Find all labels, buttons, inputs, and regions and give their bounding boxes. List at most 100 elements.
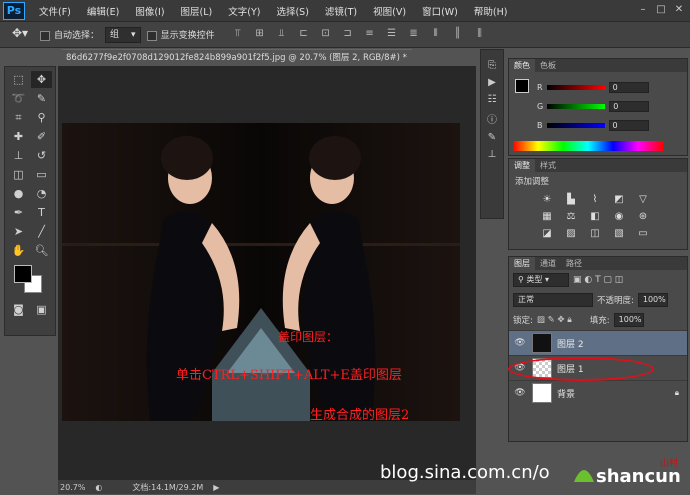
red-slider[interactable] (546, 84, 605, 90)
distribute-right-icon[interactable]: ⫼ (473, 28, 487, 42)
clone-stamp-tool-icon[interactable]: ⊥ (8, 147, 29, 164)
menu-window[interactable]: 窗口(W) (414, 4, 466, 18)
distribute-bottom-icon[interactable]: ≣ (407, 28, 421, 42)
color-swatches[interactable] (5, 263, 55, 297)
distribute-center-icon[interactable]: ║ (451, 28, 465, 42)
tab-paths[interactable]: 路径 (561, 257, 587, 270)
crop-tool-icon[interactable]: ⌗ (8, 109, 29, 126)
threshold-icon[interactable]: ◫ (587, 228, 603, 239)
hand-tool-icon[interactable]: ✋ (8, 242, 29, 259)
opacity-field[interactable]: 100% (637, 293, 668, 307)
distribute-top-icon[interactable]: ≡ (363, 28, 377, 42)
color-balance-icon[interactable]: ⚖ (563, 211, 579, 222)
levels-icon[interactable]: ▙ (563, 194, 579, 205)
menu-select[interactable]: 选择(S) (268, 4, 316, 18)
history-brush-tool-icon[interactable]: ↺ (31, 147, 52, 164)
line-tool-icon[interactable]: ╱ (31, 223, 52, 240)
tab-swatches[interactable]: 色板 (535, 59, 561, 72)
posterize-icon[interactable]: ▨ (563, 228, 579, 239)
auto-select-dropdown[interactable]: 组 ▾ (105, 26, 141, 43)
brush-tool-icon[interactable]: ✐ (31, 128, 52, 145)
minimize-icon[interactable]: – (636, 3, 650, 17)
blue-slider[interactable] (546, 122, 605, 128)
move-tool-preset-icon[interactable]: ✥▾ (6, 26, 34, 44)
quick-select-tool-icon[interactable]: ✎ (31, 90, 52, 107)
blend-mode-dropdown[interactable]: 正常 (513, 293, 593, 307)
quick-mask-icon[interactable]: ◙ (8, 301, 29, 318)
eraser-tool-icon[interactable]: ◫ (8, 166, 29, 183)
menu-type[interactable]: 文字(Y) (220, 4, 268, 18)
type-tool-icon[interactable]: T (31, 204, 52, 221)
invert-icon[interactable]: ◪ (539, 228, 555, 239)
status-menu-icon[interactable]: ◐ (95, 483, 102, 492)
menu-filter[interactable]: 滤镜(T) (317, 4, 365, 18)
menu-help[interactable]: 帮助(H) (466, 4, 516, 18)
gradient-tool-icon[interactable]: ▭ (31, 166, 52, 183)
path-select-tool-icon[interactable]: ➤ (8, 223, 29, 240)
distribute-left-icon[interactable]: ⦀ (429, 28, 443, 42)
tab-styles[interactable]: 样式 (535, 159, 561, 172)
move-tool-icon[interactable]: ✥ (31, 71, 52, 88)
tab-color[interactable]: 颜色 (509, 59, 535, 72)
selective-color-icon[interactable]: ▧ (611, 228, 627, 239)
filter-icons[interactable]: ▣ ◐ T ▢ ◫ (573, 275, 623, 285)
tab-channels[interactable]: 通道 (535, 257, 561, 270)
menu-file[interactable]: 文件(F) (31, 4, 79, 18)
foreground-color-swatch[interactable] (14, 265, 32, 283)
gradient-map-icon[interactable]: ▭ (635, 228, 651, 239)
lasso-tool-icon[interactable]: ➰ (8, 90, 29, 107)
visibility-eye-icon[interactable]: 👁︎ (513, 388, 527, 398)
align-center-icon[interactable]: ⊡ (319, 28, 333, 42)
exposure-icon[interactable]: ◩ (611, 194, 627, 205)
menu-view[interactable]: 视图(V) (365, 4, 414, 18)
zoom-tool-icon[interactable]: 🔍︎ (31, 242, 52, 259)
channel-mixer-icon[interactable]: ⊛ (635, 211, 651, 222)
menu-layer[interactable]: 图层(L) (173, 4, 221, 18)
align-middle-icon[interactable]: ⊞ (253, 28, 267, 42)
tab-adjustments[interactable]: 调整 (509, 159, 535, 172)
layer-row-background[interactable]: 👁︎ 背景 🔒︎ (509, 380, 687, 405)
properties-panel-icon[interactable]: ☷ (488, 94, 497, 105)
vibrance-icon[interactable]: ▽ (635, 194, 651, 205)
auto-select-checkbox[interactable] (40, 30, 50, 41)
green-slider[interactable] (547, 103, 606, 109)
auto-select-option[interactable]: 自动选择： (40, 28, 99, 41)
align-right-icon[interactable]: ⊐ (341, 28, 355, 42)
green-value[interactable]: 0 (609, 100, 650, 112)
distribute-middle-icon[interactable]: ☰ (385, 28, 399, 42)
show-transform-checkbox[interactable] (146, 30, 157, 41)
screen-mode-icon[interactable]: ▣ (31, 301, 52, 318)
brightness-icon[interactable]: ☀ (539, 194, 555, 205)
history-panel-icon[interactable]: ⎘ (488, 60, 496, 71)
color-spectrum[interactable] (513, 141, 663, 151)
lock-icons[interactable]: ▨ ✎ ✥ 🔒︎ (537, 315, 572, 325)
healing-brush-tool-icon[interactable]: ✚ (8, 128, 29, 145)
eyedropper-tool-icon[interactable]: ⚲ (31, 109, 52, 126)
visibility-eye-icon[interactable]: 👁︎ (513, 338, 527, 348)
zoom-level[interactable]: 20.7% (60, 483, 85, 492)
document-tab[interactable]: 86d6277f9e2f0708d129012fe824b899a901f2f5… (62, 49, 412, 65)
menu-image[interactable]: 图像(I) (127, 4, 172, 18)
photo-filter-icon[interactable]: ◉ (611, 211, 627, 222)
show-transform-option[interactable]: 显示变换控件 (146, 28, 215, 41)
brush-panel-icon[interactable]: ✎ (488, 132, 496, 143)
layer-filter-dropdown[interactable]: ⚲ 类型 ▾ (513, 273, 569, 287)
close-icon[interactable]: ✕ (672, 3, 686, 17)
hue-saturation-icon[interactable]: ▦ (539, 211, 555, 222)
actions-panel-icon[interactable]: ▶ (488, 77, 496, 88)
maximize-icon[interactable]: □ (654, 3, 668, 17)
align-bottom-icon[interactable]: ⫫ (275, 28, 289, 42)
curves-icon[interactable]: ⌇ (587, 194, 603, 205)
align-top-icon[interactable]: ⫪ (231, 28, 245, 42)
menu-edit[interactable]: 编辑(E) (79, 4, 127, 18)
layer-row-layer2[interactable]: 👁︎ 图层 2 (509, 330, 687, 355)
clone-source-panel-icon[interactable]: ⊥ (488, 149, 497, 160)
color-panel-foreground[interactable] (515, 79, 529, 93)
fill-field[interactable]: 100% (613, 313, 644, 327)
blur-tool-icon[interactable]: ● (8, 185, 29, 202)
marquee-tool-icon[interactable]: ⬚ (8, 71, 29, 88)
tab-layers[interactable]: 图层 (509, 257, 535, 270)
black-white-icon[interactable]: ◧ (587, 211, 603, 222)
align-left-icon[interactable]: ⊏ (297, 28, 311, 42)
blue-value[interactable]: 0 (608, 119, 649, 131)
